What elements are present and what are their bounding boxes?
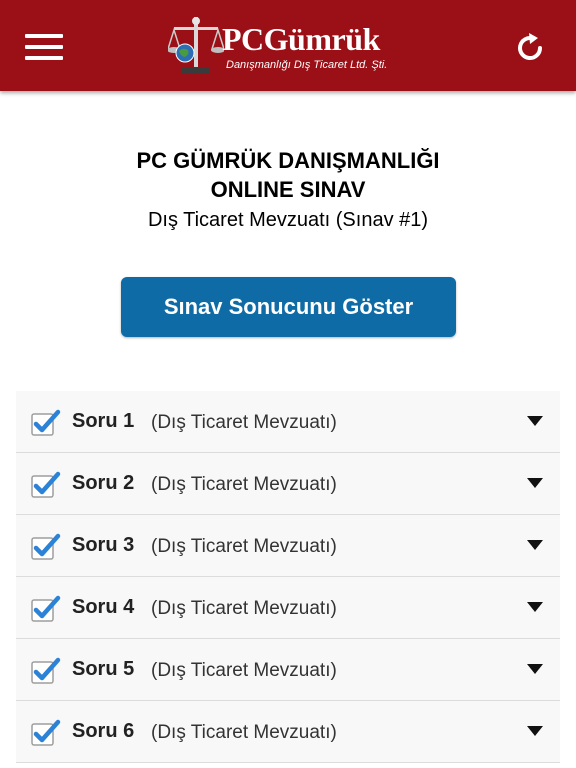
question-number: Soru 1 (72, 410, 135, 432)
page-title-line2: ONLINE SINAV (210, 177, 366, 202)
triangle-down-icon[interactable] (527, 602, 543, 612)
triangle-down-icon[interactable] (527, 416, 543, 426)
exam-heading: PC GÜMRÜK DANIŞMANLIĞI ONLINE SINAV Dış … (0, 146, 576, 233)
logo-title: PCGümrük (222, 21, 380, 57)
checkbox-checked-icon[interactable] (31, 471, 61, 499)
question-row[interactable]: Soru 3 (Dış Ticaret Mevzuatı) (16, 515, 560, 577)
triangle-down-icon[interactable] (527, 540, 543, 550)
checkbox-checked-icon[interactable] (31, 533, 61, 561)
checkbox-checked-icon[interactable] (31, 595, 61, 623)
question-row[interactable]: Soru 4 (Dış Ticaret Mevzuatı) (16, 577, 560, 639)
question-number: Soru 2 (72, 472, 135, 494)
logo-subtitle: Danışmanlığı Dış Ticaret Ltd. Şti. (226, 59, 388, 71)
checkbox-checked-icon[interactable] (31, 409, 61, 437)
hamburger-menu-icon[interactable] (25, 34, 65, 62)
question-number: Soru 6 (72, 720, 135, 742)
show-result-button[interactable]: Sınav Sonucunu Göster (121, 277, 456, 337)
triangle-down-icon[interactable] (527, 664, 543, 674)
scales-globe-logo-icon (168, 17, 224, 73)
question-number: Soru 5 (72, 658, 135, 680)
triangle-down-icon[interactable] (527, 726, 543, 736)
pcgumruk-logo: PCGümrük Danışmanlığı Dış Ticaret Ltd. Ş… (168, 15, 413, 77)
refresh-icon[interactable] (514, 32, 546, 64)
checkbox-checked-icon[interactable] (31, 657, 61, 685)
question-category: (Dış Ticaret Mevzuatı) (151, 722, 337, 743)
question-category: (Dış Ticaret Mevzuatı) (151, 536, 337, 557)
question-list: Soru 1 (Dış Ticaret Mevzuatı) Soru 2 (Dı… (16, 391, 560, 763)
question-row[interactable]: Soru 5 (Dış Ticaret Mevzuatı) (16, 639, 560, 701)
page-title-line1: PC GÜMRÜK DANIŞMANLIĞI (136, 148, 440, 173)
triangle-down-icon[interactable] (527, 478, 543, 488)
question-category: (Dış Ticaret Mevzuatı) (151, 474, 337, 495)
question-category: (Dış Ticaret Mevzuatı) (151, 412, 337, 433)
question-row[interactable]: Soru 1 (Dış Ticaret Mevzuatı) (16, 391, 560, 453)
question-row[interactable]: Soru 2 (Dış Ticaret Mevzuatı) (16, 453, 560, 515)
question-row[interactable]: Soru 6 (Dış Ticaret Mevzuatı) (16, 701, 560, 763)
question-category: (Dış Ticaret Mevzuatı) (151, 598, 337, 619)
top-app-bar: PCGümrük Danışmanlığı Dış Ticaret Ltd. Ş… (0, 0, 576, 91)
exam-subtitle: Dış Ticaret Mevzuatı (Sınav #1) (147, 209, 429, 231)
question-number: Soru 4 (72, 596, 135, 618)
checkbox-checked-icon[interactable] (31, 719, 61, 747)
question-number: Soru 3 (72, 534, 135, 556)
question-category: (Dış Ticaret Mevzuatı) (151, 660, 337, 681)
